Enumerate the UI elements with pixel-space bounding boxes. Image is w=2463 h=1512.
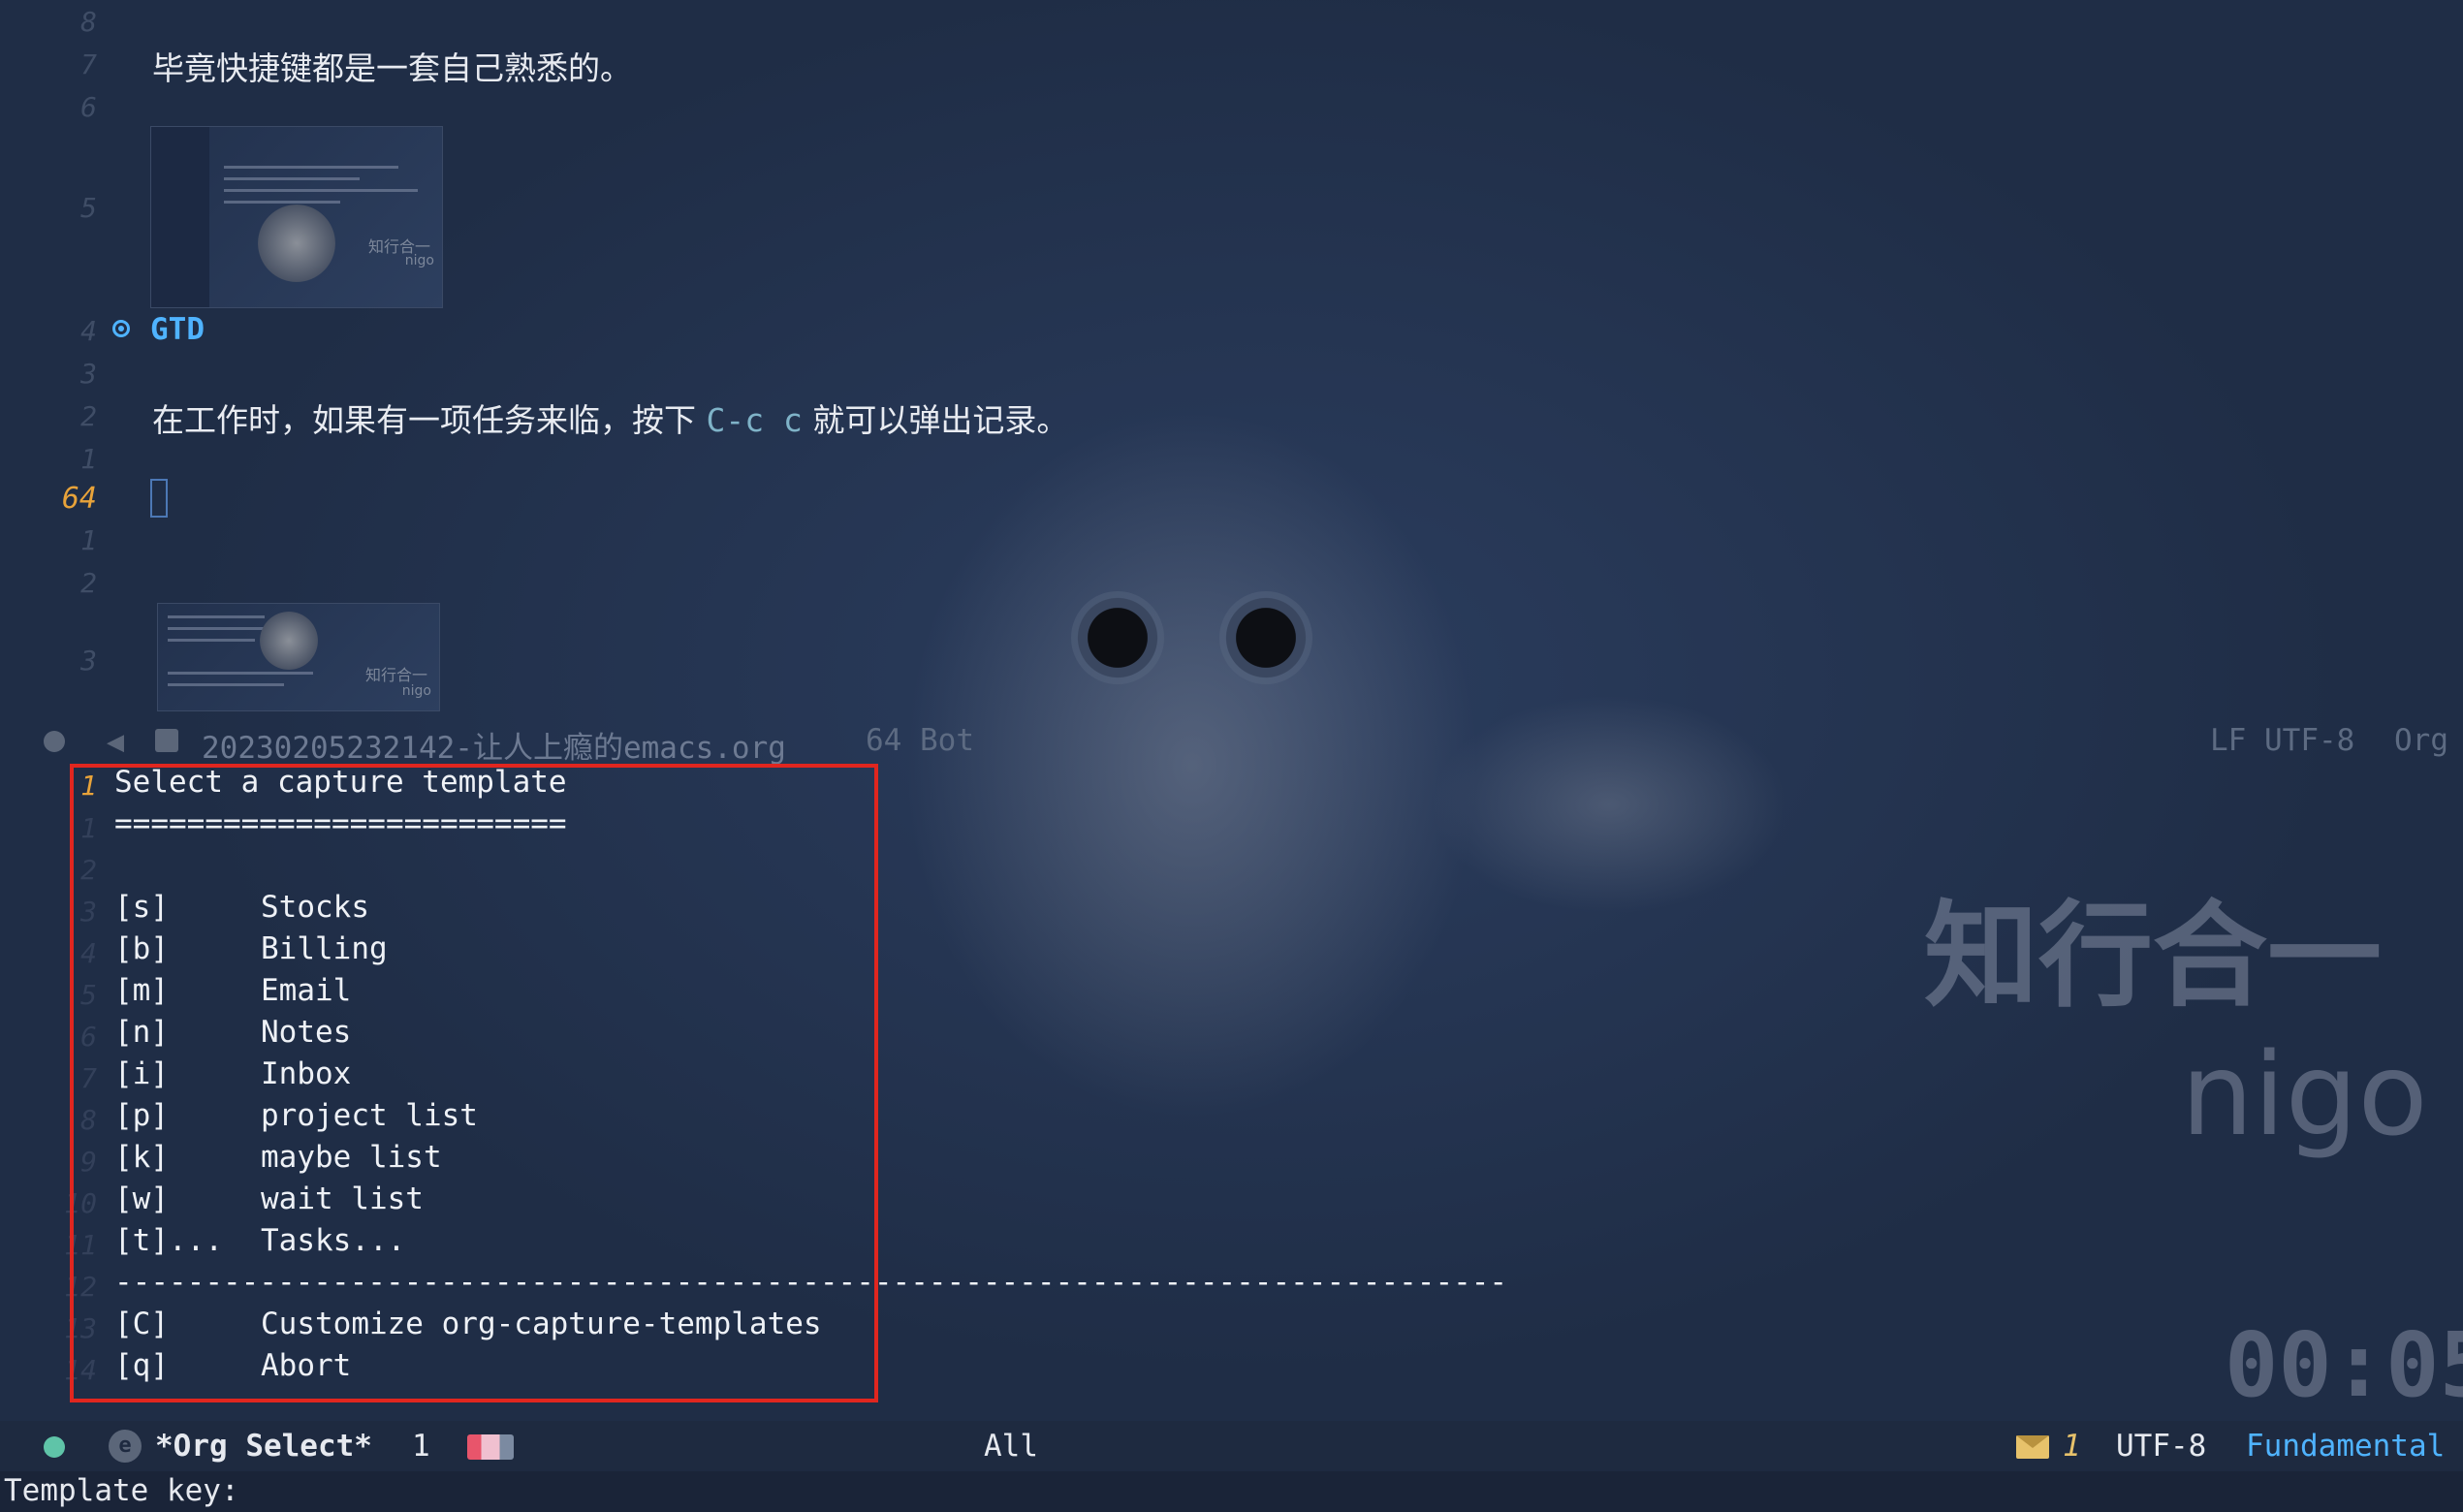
line-number: 1 [80,524,97,556]
text-cursor [150,479,168,518]
line-number: 2 [80,400,97,432]
buffer-name[interactable]: *Org Select* [155,1429,372,1464]
buffer-number: 1 [412,1429,430,1464]
line-number: 7 [80,48,97,80]
line-number-current: 64 [61,482,97,516]
text-line-gtd-paragraph: 在工作时，如果有一项任务来临，按下 C-c c 就可以弹出记录。 [152,394,1068,441]
buffer-filename[interactable]: 20230205232142-让人上瘾的emacs.org [202,723,786,767]
heading-gtd[interactable]: GTD [150,312,205,347]
heading-bullet-icon [112,320,130,337]
thumb-watermark-en: nigo [404,253,434,268]
keybinding: C-c c [706,401,803,439]
buffer-encoding[interactable]: LF UTF-8 [2210,723,2354,758]
minibuffer-prompt: Template key: [4,1473,239,1508]
status-dot-icon [44,731,65,752]
line-number: 3 [80,645,97,677]
git-icon: ◀ [107,725,125,759]
thumb-watermark: 知行合一 [364,666,427,684]
mail-count: 1 [2063,1429,2081,1464]
org-buffer[interactable]: 8 7 6 5 4 3 2 1 64 1 2 3 毕竟快捷键都是一套自己熟悉的。… [0,0,2463,717]
text-line-shortcuts: 毕竟快捷键都是一套自己熟悉的。 [152,49,632,87]
line-number: 6 [80,91,97,123]
buffer-position: All [984,1429,1038,1464]
line-number: 5 [80,192,97,224]
inline-image-screenshot-2[interactable]: 知行合一 nigo [157,603,440,711]
line-number: 2 [80,567,97,599]
save-icon [155,729,178,752]
line-number: 3 [80,358,97,390]
major-mode[interactable]: Fundamental [2246,1429,2445,1464]
inline-image-screenshot[interactable]: 知行合一 nigo [150,126,443,308]
minibuffer[interactable]: Template key: [0,1471,2463,1512]
mode-line-inactive: ◀ 20230205232142-让人上瘾的emacs.org 64 Bot L… [0,719,2463,766]
buffer-encoding[interactable]: UTF-8 [2116,1429,2206,1464]
line-number: 4 [80,315,97,347]
mail-icon[interactable] [2016,1435,2049,1459]
major-mode[interactable]: Org [2394,723,2448,758]
paragraph-text-after: 就可以弹出记录。 [802,401,1069,439]
buffer-position: 64 Bot [866,723,974,758]
paragraph-text-before: 在工作时，如果有一项任务来临，按下 [152,401,707,439]
mode-line-active: e *Org Select* 1 All 1 UTF-8 Fundamental [0,1421,2463,1471]
line-number: 1 [80,443,97,475]
highlight-annotation-box [70,764,878,1402]
line-number: 8 [80,6,97,38]
thumb-watermark-en: nigo [401,683,431,699]
emacs-icon: e [109,1430,142,1463]
nyan-cat-icon [467,1434,514,1460]
status-dot-icon [44,1436,65,1458]
